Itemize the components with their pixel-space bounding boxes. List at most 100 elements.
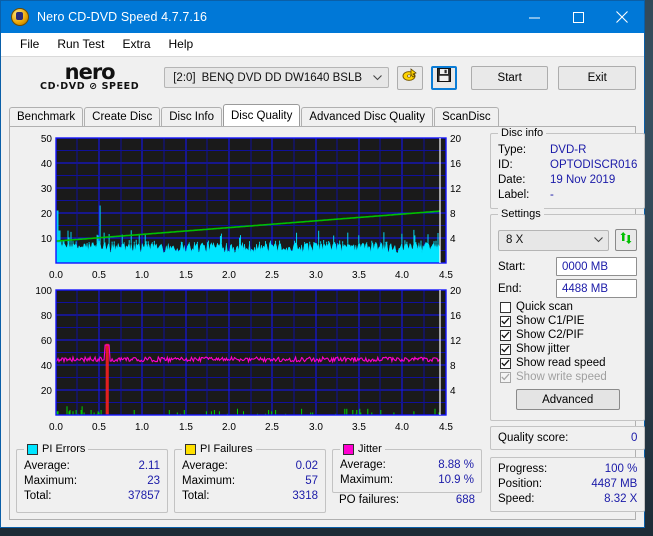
x2-tick-3: 1.5: [179, 422, 193, 433]
pi-failures-maximum-label: Maximum:: [182, 475, 236, 487]
minimize-icon[interactable]: [512, 1, 556, 33]
disc-id-row: ID: OPTODISCR016: [498, 158, 637, 173]
disc-label-label: Label:: [498, 189, 530, 201]
save-floppy-icon: [437, 68, 451, 87]
start-button[interactable]: Start: [470, 65, 549, 90]
checkbox-show-c2-pif-label: Show C2/PIF: [516, 329, 584, 341]
tab-scandisc[interactable]: ScanDisc: [434, 107, 499, 126]
jitter-stats-wrap: Jitter Average: 8.88 % Maximum: 10.9 % P…: [332, 443, 482, 513]
x-tick-0: 0.0: [49, 270, 63, 281]
checkbox-checked-icon: [500, 357, 511, 369]
quality-score-row: Quality score: 0: [491, 427, 644, 449]
pif-jitter-chart-svg: 100 80 60 40 20 20 16 12 8 4 0.0 0.5 1.0…: [16, 285, 486, 437]
y2-left-tick-80: 80: [41, 311, 53, 322]
end-input[interactable]: 4488 MB: [556, 279, 638, 298]
eject-disc-icon: [402, 67, 418, 88]
y-right-tick-20: 20: [450, 134, 462, 145]
refresh-button[interactable]: [615, 229, 638, 251]
x-tick-9: 4.5: [439, 270, 453, 281]
progress-value: 100 %: [604, 463, 638, 475]
charts-column: 50 40 30 20 10 20 16 12 8 4 0.0 0.5 1.0 …: [10, 127, 486, 519]
x2-tick-6: 3.0: [309, 422, 323, 433]
checkbox-show-write-speed-label: Show write speed: [516, 371, 607, 383]
tab-advanced-disc-quality[interactable]: Advanced Disc Quality: [301, 107, 434, 126]
pi-failures-total-value: 3318: [292, 490, 318, 502]
tab-create-disc[interactable]: Create Disc: [84, 107, 161, 126]
pi-errors-maximum-value: 23: [147, 475, 160, 487]
advanced-button[interactable]: Advanced: [515, 389, 620, 410]
x2-tick-2: 1.0: [135, 422, 149, 433]
checkbox-show-c1-pie-label: Show C1/PIE: [516, 315, 585, 327]
pi-failures-average-label: Average:: [182, 460, 228, 472]
y2-right-tick-16: 16: [450, 311, 462, 322]
pi-failures-total-row: Total: 3318: [182, 489, 318, 504]
speed-label: Speed:: [498, 493, 535, 505]
checkbox-checked-icon: [500, 329, 511, 341]
start-input[interactable]: 0000 MB: [556, 257, 638, 276]
speed-row: 8 X: [498, 229, 638, 251]
x-tick-4: 2.0: [222, 270, 236, 281]
checkbox-show-jitter[interactable]: Show jitter: [500, 343, 637, 355]
exit-button[interactable]: Exit: [558, 65, 636, 90]
disc-type-label: Type:: [498, 144, 527, 156]
checkbox-show-read-speed[interactable]: Show read speed: [500, 357, 637, 369]
pi-failures-total-label: Total:: [182, 490, 210, 502]
jitter-average-value: 8.88 %: [438, 459, 474, 471]
disc-info-title: Disc info: [498, 127, 547, 139]
speed-select[interactable]: 8 X: [498, 229, 610, 251]
pi-errors-title: PI Errors: [42, 443, 86, 455]
checkbox-show-c2-pif[interactable]: Show C2/PIF: [500, 329, 637, 341]
tab-disc-quality[interactable]: Disc Quality: [223, 104, 301, 126]
nero-disc-icon: [11, 8, 29, 26]
po-failures-row: PO failures: 688: [332, 493, 482, 506]
pi-errors-average-label: Average:: [24, 460, 70, 472]
x2-tick-1: 0.5: [92, 422, 106, 433]
pi-errors-legend: PI Errors: [24, 443, 89, 455]
menu-run-test[interactable]: Run Test: [48, 35, 113, 53]
maximize-icon[interactable]: [556, 1, 600, 33]
x-tick-1: 0.5: [92, 270, 106, 281]
nero-logo: nero CD·DVD ⊘ SPEED: [29, 62, 150, 93]
pi-failures-stats: PI Failures Average: 0.02 Maximum: 57 To…: [174, 443, 326, 513]
x-tick-7: 3.5: [352, 270, 366, 281]
checkbox-quick-scan[interactable]: Quick scan: [500, 301, 637, 313]
x2-tick-9: 4.5: [439, 422, 453, 433]
pi-errors-total-value: 37857: [128, 490, 160, 502]
pi-errors-total-row: Total: 37857: [24, 489, 160, 504]
y2-right-tick-12: 12: [450, 336, 462, 347]
pi-errors-total-label: Total:: [24, 490, 52, 502]
jitter-legend: Jitter: [340, 443, 385, 455]
tab-benchmark[interactable]: Benchmark: [9, 107, 84, 126]
drive-select[interactable]: [2:0] BENQ DVD DD DW1640 BSLB: [164, 67, 390, 88]
pi-failures-title: PI Failures: [200, 443, 253, 455]
progress-group: Progress: 100 % Position: 4487 MB Speed:…: [490, 457, 646, 512]
menu-file[interactable]: File: [11, 35, 48, 53]
checkbox-show-write-speed: Show write speed: [500, 371, 637, 383]
y2-left-tick-20: 20: [41, 386, 53, 397]
checkbox-show-c1-pie[interactable]: Show C1/PIE: [500, 315, 637, 327]
eject-disc-button[interactable]: [397, 65, 424, 90]
x2-tick-0: 0.0: [49, 422, 63, 433]
pi-errors-maximum-label: Maximum:: [24, 475, 78, 487]
close-icon[interactable]: [600, 1, 644, 33]
disc-date-value: 19 Nov 2019: [550, 174, 616, 186]
pi-failures-maximum-row: Maximum: 57: [182, 474, 318, 489]
save-button[interactable]: [431, 65, 457, 90]
checkbox-checked-icon: [500, 315, 511, 327]
menu-help[interactable]: Help: [160, 35, 203, 53]
x2-tick-8: 4.0: [395, 422, 409, 433]
disc-date-row: Date: 19 Nov 2019: [498, 173, 637, 188]
x2-tick-7: 3.5: [352, 422, 366, 433]
jitter-title: Jitter: [358, 443, 382, 455]
drive-select-value: [2:0] BENQ DVD DD DW1640 BSLB: [173, 72, 370, 84]
disc-quality-panel: 50 40 30 20 10 20 16 12 8 4 0.0 0.5 1.0 …: [9, 126, 646, 520]
menu-extra[interactable]: Extra: [113, 35, 159, 53]
pi-errors-color-swatch: [27, 443, 38, 455]
po-failures-value: 688: [455, 494, 475, 506]
disc-label-row: Label: -: [498, 188, 637, 203]
y-right-tick-16: 16: [450, 159, 462, 170]
tab-disc-info[interactable]: Disc Info: [161, 107, 222, 126]
x2-tick-5: 2.5: [265, 422, 279, 433]
speed-value: 8.32 X: [604, 493, 638, 505]
quality-score-label: Quality score:: [498, 432, 569, 444]
